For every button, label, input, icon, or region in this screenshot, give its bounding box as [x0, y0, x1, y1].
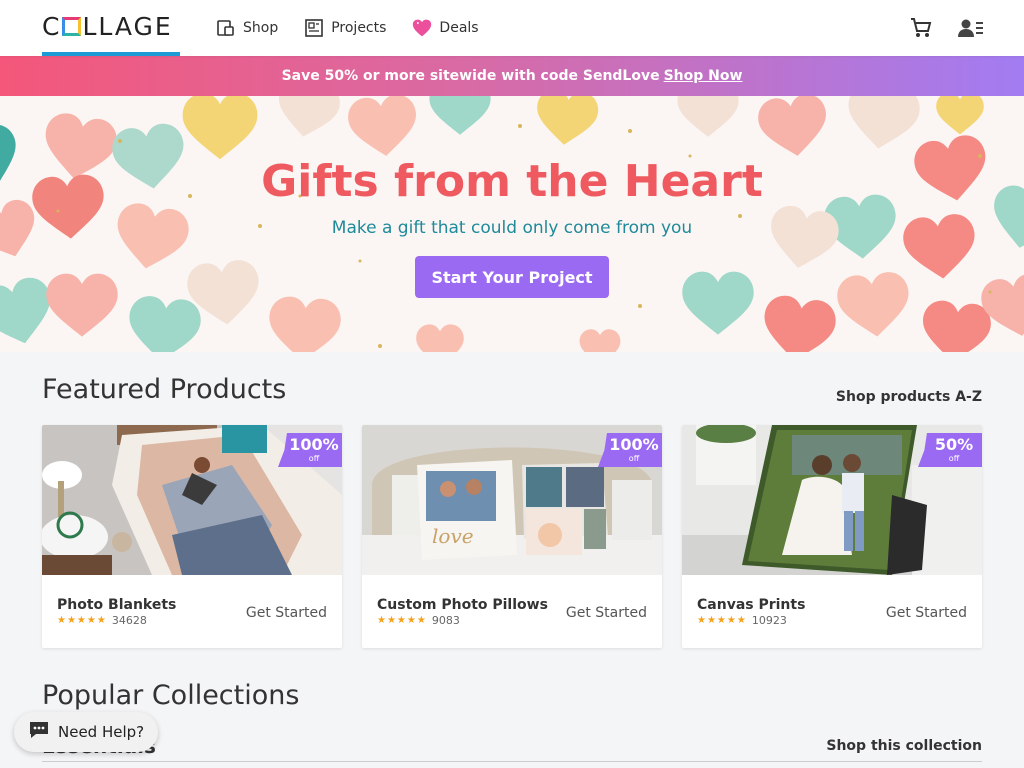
- collage-logo[interactable]: C LLAGE: [42, 12, 180, 56]
- shop-icon: [216, 18, 236, 38]
- review-count: 34628: [111, 614, 147, 627]
- get-started-link[interactable]: Get Started: [566, 605, 647, 621]
- nav-projects[interactable]: Projects: [304, 14, 386, 42]
- shop-this-collection-link[interactable]: Shop this collection: [826, 738, 982, 754]
- get-started-link[interactable]: Get Started: [246, 605, 327, 621]
- account-icon[interactable]: [958, 16, 984, 40]
- product-name: Photo Blankets: [57, 597, 177, 613]
- product-name: Custom Photo Pillows: [377, 597, 548, 613]
- discount-percent: 50%: [934, 435, 974, 454]
- product-card-custom-photo-pillows[interactable]: love 100% off Custom Photo Pillows ★★★★★…: [362, 425, 662, 648]
- discount-off-label: off: [308, 454, 320, 463]
- product-card-photo-blankets[interactable]: 100% off Photo Blankets ★★★★★ 34628 Get …: [42, 425, 342, 648]
- hero-banner: Gifts from the Heart Make a gift that co…: [0, 96, 1024, 352]
- logo-underline: [42, 52, 180, 56]
- main-nav: Shop Projects Deals: [216, 14, 479, 42]
- svg-text:love: love: [432, 524, 474, 548]
- product-rating: ★★★★★ 10923: [697, 614, 787, 627]
- site-header: C LLAGE Shop Projects Deals: [0, 0, 1024, 56]
- cart-icon[interactable]: [908, 16, 934, 40]
- review-count: 10923: [751, 614, 787, 627]
- star-rating-icon: ★★★★★: [377, 615, 427, 626]
- get-started-link[interactable]: Get Started: [886, 605, 967, 621]
- nav-shop-label: Shop: [243, 20, 279, 36]
- projects-icon: [304, 18, 324, 38]
- nav-projects-label: Projects: [331, 20, 387, 36]
- discount-badge: 50% off: [918, 433, 982, 467]
- collection-row-essentials: Essentials Shop this collection: [42, 730, 982, 762]
- discount-badge: 100% off: [278, 433, 342, 467]
- product-rating: ★★★★★ 9083: [377, 614, 460, 627]
- product-card-canvas-prints[interactable]: 50% off Canvas Prints ★★★★★ 10923 Get St…: [682, 425, 982, 648]
- logo-wordmark: C LLAGE: [42, 12, 173, 41]
- need-help-chat-button[interactable]: Need Help?: [14, 712, 158, 752]
- product-rating: ★★★★★ 34628: [57, 614, 147, 627]
- start-project-button[interactable]: Start Your Project: [415, 256, 609, 298]
- nav-shop[interactable]: Shop: [216, 14, 278, 42]
- hero-subtitle: Make a gift that could only come from yo…: [331, 218, 693, 238]
- nav-deals[interactable]: Deals: [412, 14, 479, 42]
- chat-icon: [28, 720, 50, 744]
- shop-products-az-link[interactable]: Shop products A-Z: [836, 389, 982, 405]
- star-rating-icon: ★★★★★: [57, 615, 107, 626]
- discount-badge: 100% off: [598, 433, 662, 467]
- discount-off-label: off: [628, 454, 640, 463]
- need-help-label: Need Help?: [58, 723, 145, 741]
- promo-banner: Save 50% or more sitewide with code Send…: [0, 56, 1024, 96]
- hero-title: Gifts from the Heart: [261, 156, 763, 207]
- star-rating-icon: ★★★★★: [697, 615, 747, 626]
- heart-icon: [412, 18, 432, 38]
- review-count: 9083: [431, 614, 460, 627]
- featured-products-title: Featured Products: [42, 374, 287, 405]
- discount-percent: 100%: [289, 435, 339, 454]
- header-actions: [908, 16, 984, 40]
- product-name: Canvas Prints: [697, 597, 806, 613]
- logo-o-square: [62, 17, 82, 36]
- popular-collections-title: Popular Collections: [42, 680, 300, 711]
- discount-percent: 100%: [609, 435, 659, 454]
- promo-shop-now-link[interactable]: Shop Now: [664, 68, 743, 84]
- promo-text: Save 50% or more sitewide with code Send…: [281, 68, 660, 84]
- discount-off-label: off: [948, 454, 960, 463]
- nav-deals-label: Deals: [439, 20, 479, 36]
